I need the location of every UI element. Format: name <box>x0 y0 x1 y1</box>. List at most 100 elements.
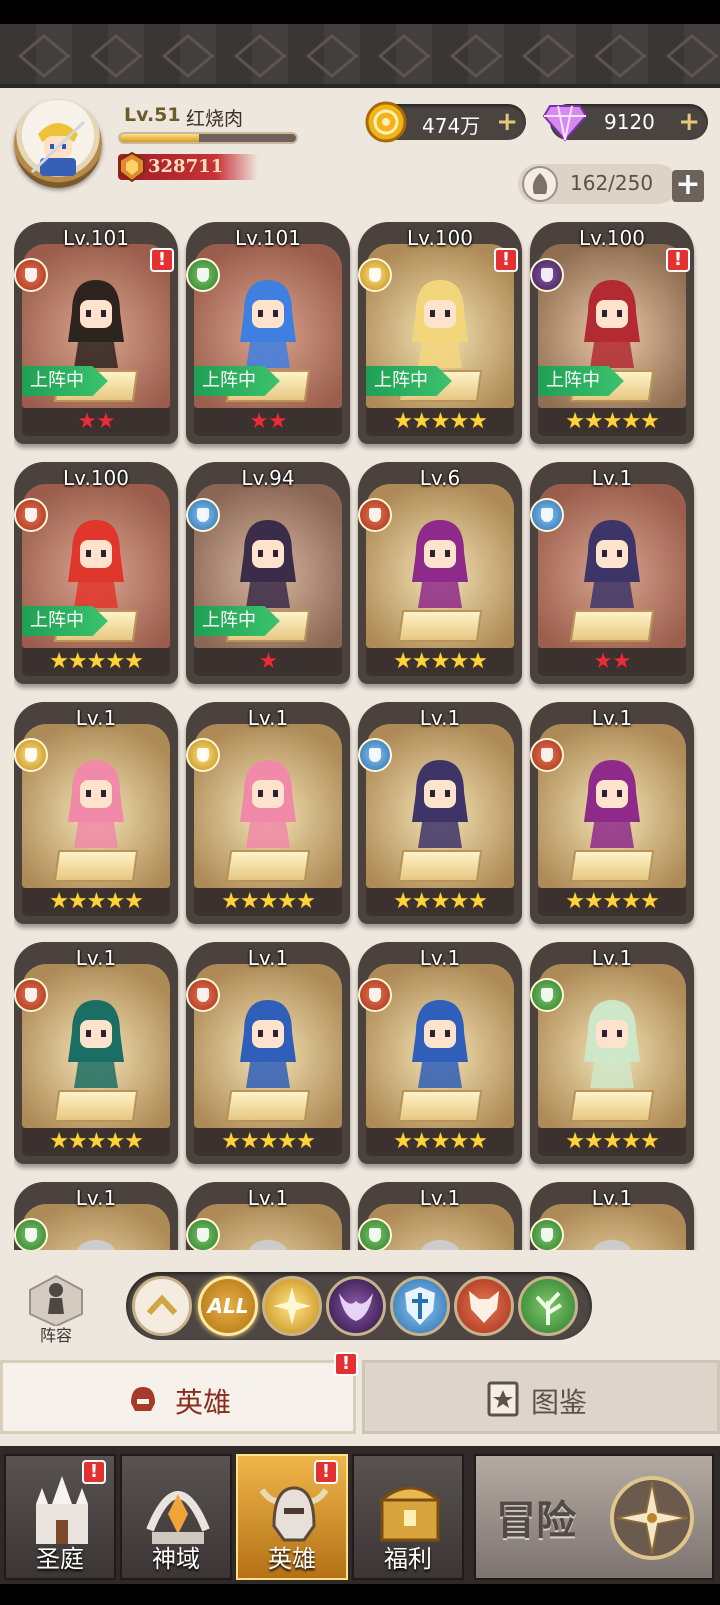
hero-sprite <box>412 760 468 848</box>
hero-star-bar: ★★★★★ <box>538 1128 686 1156</box>
diamond-icon <box>542 105 588 142</box>
hero-star-bar: ★★★★★ <box>538 408 686 436</box>
hero-star-bar: ★★ <box>194 408 342 436</box>
capacity-icon <box>522 166 558 202</box>
hero-sprite <box>584 760 640 848</box>
gem-value: 9120 <box>604 110 655 134</box>
treasure-chest-icon <box>377 1486 443 1542</box>
player-avatar[interactable] <box>14 100 102 188</box>
hero-level: Lv.1 <box>591 1186 633 1210</box>
filter-light-button[interactable] <box>262 1276 322 1336</box>
hero-star-bar: ★★★★★ <box>194 888 342 916</box>
filter-tree-button[interactable] <box>518 1276 578 1336</box>
hero-card[interactable]: Lv.1 <box>530 1182 694 1250</box>
hero-card[interactable]: Lv.1 ★★★★★ <box>358 702 522 924</box>
compass-icon <box>610 1476 694 1560</box>
filter-dark-button[interactable] <box>326 1276 386 1336</box>
hero-sprite <box>592 1240 632 1250</box>
faction-tree-icon <box>14 1218 48 1250</box>
hero-sprite <box>420 1240 460 1250</box>
gold-value: 474万 <box>422 114 481 138</box>
hero-card[interactable]: Lv.1 ★★★★★ <box>14 942 178 1164</box>
capacity-value: 162/250 <box>570 171 654 195</box>
hero-stars: ★★★★★ <box>49 649 144 674</box>
helmet-icon <box>131 1387 155 1411</box>
faction-dark-icon <box>530 258 564 292</box>
hero-card[interactable]: Lv.1 ★★★★★ <box>358 942 522 1164</box>
tab-heroes[interactable]: 英雄 <box>0 1360 356 1434</box>
hero-capacity: 162/250 <box>518 164 678 204</box>
hero-stars: ★★★★★ <box>49 1129 144 1154</box>
filter-collapse-button[interactable] <box>132 1276 192 1336</box>
hero-card[interactable]: Lv.1 ★★★★★ <box>186 702 350 924</box>
nav-adventure[interactable]: 冒险 <box>474 1454 714 1580</box>
nav-welfare-label: 福利 <box>384 1545 432 1573</box>
hero-card[interactable]: Lv.1 <box>186 1182 350 1250</box>
hero-star-bar: ★ <box>194 648 342 676</box>
nav-heroes[interactable]: ! 英雄 <box>236 1454 348 1580</box>
hero-sprite <box>240 760 296 848</box>
hero-star-bar: ★★★★★ <box>366 1128 514 1156</box>
add-gold-button[interactable]: + <box>496 107 518 137</box>
faction-fox-icon <box>14 978 48 1012</box>
hero-star-bar: ★★★★★ <box>194 1128 342 1156</box>
crystal-shrine-icon <box>146 1491 210 1544</box>
hero-level: Lv.1 <box>591 706 633 730</box>
faction-fox-icon <box>358 498 392 532</box>
hero-card[interactable]: Lv.1 <box>358 1182 522 1250</box>
hero-card[interactable]: Lv.1 ★★★★★ <box>14 702 178 924</box>
hero-level: Lv.1 <box>591 946 633 970</box>
tab-heroes-label: 英雄 <box>175 1386 232 1419</box>
hero-card[interactable]: Lv.1 <box>14 1182 178 1250</box>
hero-card[interactable]: Lv.1 ★★ <box>530 462 694 684</box>
tab-codex[interactable]: 图鉴 <box>362 1360 720 1434</box>
hero-stars: ★★ <box>77 409 115 434</box>
nav-welfare[interactable]: 福利 <box>352 1454 464 1580</box>
faction-fox-icon <box>530 738 564 772</box>
hero-card[interactable]: Lv.6 ★★★★★ <box>358 462 522 684</box>
hero-card[interactable]: Lv.100 上阵中 ★★★★★ <box>14 462 178 684</box>
hero-star-bar: ★★★★★ <box>366 408 514 436</box>
hero-level: Lv.101 <box>63 226 129 250</box>
hero-stars: ★★★★★ <box>49 889 144 914</box>
nav-domain[interactable]: 神域 <box>120 1454 232 1580</box>
hero-card[interactable]: Lv.101! 上阵中 ★★ <box>14 222 178 444</box>
gem-counter[interactable]: 9120 + <box>542 104 708 142</box>
faction-sun-icon <box>14 738 48 772</box>
nav-domain-label: 神域 <box>152 1545 200 1573</box>
shield-cross-icon <box>405 1287 435 1325</box>
faction-fox-icon <box>186 978 220 1012</box>
gold-coin-icon <box>365 101 407 143</box>
hero-level: Lv.1 <box>75 706 117 730</box>
faction-tree-icon <box>530 1218 564 1250</box>
hero-card[interactable]: Lv.1 ★★★★★ <box>186 942 350 1164</box>
hero-card[interactable]: Lv.1 ★★★★★ <box>530 942 694 1164</box>
hero-level: Lv.6 <box>419 466 461 490</box>
faction-tree-icon <box>186 258 220 292</box>
add-gems-button[interactable]: + <box>678 107 700 137</box>
faction-fox-icon <box>14 258 48 292</box>
expand-capacity-button[interactable]: + <box>672 170 704 202</box>
gold-counter[interactable]: 474万 + <box>365 101 526 143</box>
hero-card[interactable]: Lv.1 ★★★★★ <box>530 702 694 924</box>
hero-sprite <box>584 520 640 608</box>
hero-alert-badge: ! <box>666 248 690 272</box>
nav-court[interactable]: ! 圣庭 <box>4 1454 116 1580</box>
faction-filter-bar: ALL <box>126 1272 592 1340</box>
hero-card[interactable]: Lv.100! 上阵中 ★★★★★ <box>530 222 694 444</box>
filter-shield-button[interactable] <box>390 1276 450 1336</box>
hero-card[interactable]: Lv.101 上阵中 ★★ <box>186 222 350 444</box>
faction-fox-icon <box>14 498 48 532</box>
filter-fox-button[interactable] <box>454 1276 514 1336</box>
dark-horn-icon <box>339 1293 373 1321</box>
hero-card[interactable]: Lv.94 上阵中 ★ <box>186 462 350 684</box>
faction-sun-icon <box>358 258 392 292</box>
filter-all-button[interactable]: ALL <box>198 1276 258 1336</box>
hero-level: Lv.94 <box>241 466 295 490</box>
lineup-button[interactable]: 阵容 <box>22 1274 90 1346</box>
deployed-tag: 上阵中 <box>194 366 280 396</box>
pawn-icon <box>29 1274 83 1328</box>
hero-card[interactable]: Lv.100! 上阵中 ★★★★★ <box>358 222 522 444</box>
hero-level: Lv.1 <box>591 466 633 490</box>
hero-sprite <box>248 1240 288 1250</box>
